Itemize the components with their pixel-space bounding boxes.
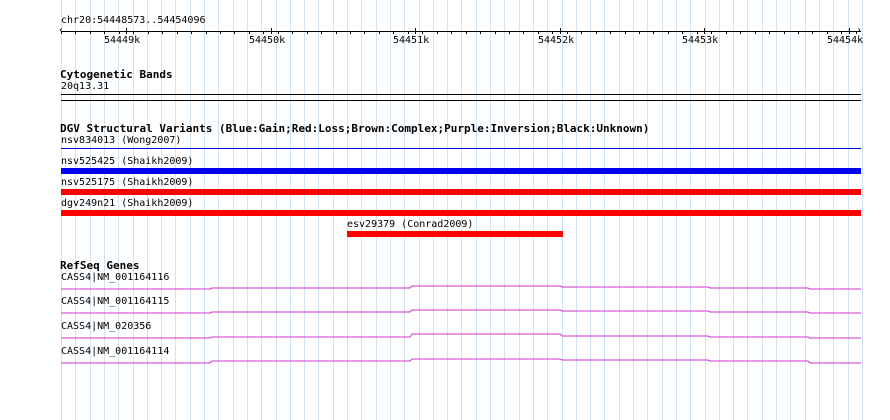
gene-model-nm-001164114[interactable] [61, 358, 861, 364]
gene-models [61, 285, 861, 364]
genome-browser-view: chr20:54448573..54454096 ‹ › 54449k 5445… [0, 0, 890, 420]
gene-model-nm-001164115[interactable] [61, 309, 861, 314]
gene-model-nm-020356[interactable] [61, 333, 861, 339]
gene-model-nm-001164116[interactable] [61, 285, 861, 290]
